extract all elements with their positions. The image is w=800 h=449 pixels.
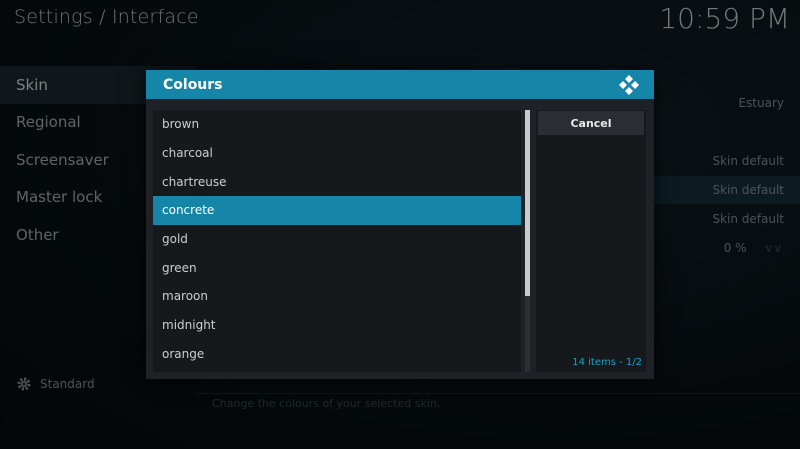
list-item[interactable]: midnight	[153, 311, 521, 340]
item-count-label: 14 items -	[572, 357, 626, 368]
list-item[interactable]: gold	[153, 225, 521, 254]
dialog-header: Colours	[146, 70, 654, 99]
colour-list: brown charcoal chartreuse concrete gold …	[153, 110, 521, 372]
list-item[interactable]: chartreuse	[153, 167, 521, 196]
item-count: 14 items - 1/2	[572, 357, 642, 368]
colours-dialog: Colours brown charcoal chartreuse concre…	[146, 70, 654, 379]
scrollbar-thumb[interactable]	[525, 110, 530, 296]
page-indicator: 1/2	[625, 357, 642, 368]
list-item[interactable]: green	[153, 253, 521, 282]
kodi-logo-icon	[619, 74, 639, 95]
list-item[interactable]: orange	[153, 340, 521, 369]
list-item-selected[interactable]: concrete	[153, 196, 521, 225]
dialog-title: Colours	[163, 76, 223, 93]
scrollbar[interactable]	[525, 110, 530, 372]
dialog-side-panel: Cancel 14 items - 1/2	[536, 110, 646, 372]
list-item[interactable]: brown	[153, 110, 521, 139]
list-item[interactable]: charcoal	[153, 139, 521, 168]
cancel-button[interactable]: Cancel	[538, 111, 644, 135]
list-item[interactable]: maroon	[153, 282, 521, 311]
